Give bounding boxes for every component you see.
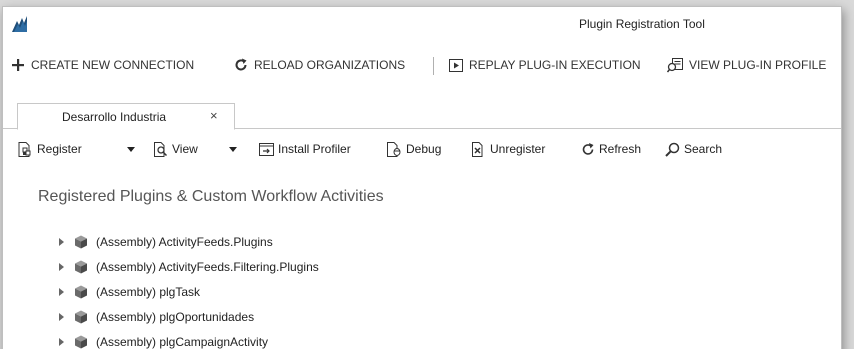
tree-item-label: (Assembly) ActivityFeeds.Filtering.Plugi… xyxy=(96,260,319,274)
reload-organizations-button[interactable]: RELOAD ORGANIZATIONS xyxy=(234,53,405,77)
assembly-icon xyxy=(75,235,87,249)
page-title: Registered Plugins & Custom Workflow Act… xyxy=(38,188,384,205)
create-connection-button[interactable]: CREATE NEW CONNECTION xyxy=(11,53,194,77)
register-label: Register xyxy=(37,142,82,156)
reload-organizations-label: RELOAD ORGANIZATIONS xyxy=(254,58,406,72)
install-profiler-button[interactable]: Install Profiler xyxy=(259,137,351,161)
refresh-button[interactable]: Refresh xyxy=(581,137,641,161)
view-label: View xyxy=(172,142,198,156)
replay-execution-label: REPLAY PLUG-IN EXECUTION xyxy=(469,58,641,72)
plugin-toolbar: Register View Install Profiler Debug Unr… xyxy=(3,137,841,161)
debug-button[interactable]: Debug xyxy=(386,137,441,161)
debug-icon xyxy=(387,141,401,157)
window-title: Plugin Registration Tool xyxy=(579,17,705,31)
view-icon xyxy=(154,141,168,157)
search-label: Search xyxy=(684,142,723,156)
view-profile-label: VIEW PLUG-IN PROFILE xyxy=(689,58,827,72)
unregister-icon xyxy=(472,141,483,157)
reload-icon xyxy=(235,58,247,71)
app-window: Plugin Registration Tool CREATE NEW CONN… xyxy=(2,6,842,349)
main-toolbar: CREATE NEW CONNECTION RELOAD ORGANIZATIO… xyxy=(3,53,841,77)
view-profile-button[interactable]: VIEW PLUG-IN PROFILE xyxy=(667,53,826,77)
view-button[interactable]: View xyxy=(153,137,198,161)
unregister-label: Unregister xyxy=(490,142,546,156)
unregister-button[interactable]: Unregister xyxy=(471,137,545,161)
assembly-icon xyxy=(75,285,87,299)
register-icon xyxy=(18,141,31,157)
create-connection-label: CREATE NEW CONNECTION xyxy=(31,58,195,72)
debug-label: Debug xyxy=(406,142,442,156)
expand-arrow-icon[interactable] xyxy=(59,338,64,346)
assembly-icon xyxy=(75,310,87,324)
replay-execution-button[interactable]: REPLAY PLUG-IN EXECUTION xyxy=(449,53,641,77)
expand-arrow-icon[interactable] xyxy=(59,313,64,321)
tree-item-label: (Assembly) plgCampaignActivity xyxy=(96,335,269,349)
replay-icon xyxy=(449,58,463,72)
assembly-icon xyxy=(75,260,87,274)
register-dropdown-chevron-down-icon[interactable] xyxy=(127,147,135,152)
refresh-icon xyxy=(582,142,594,155)
install-profiler-label: Install Profiler xyxy=(278,142,351,156)
register-button[interactable]: Register xyxy=(17,137,82,161)
tab-label: Desarrollo Industria xyxy=(62,109,167,124)
refresh-label: Refresh xyxy=(599,142,642,156)
search-button[interactable]: Search xyxy=(665,137,722,161)
plus-icon xyxy=(12,59,24,71)
expand-arrow-icon[interactable] xyxy=(59,263,64,271)
tree-item-label: (Assembly) plgOportunidades xyxy=(96,310,255,324)
assembly-icon xyxy=(75,335,87,349)
tab-close-icon[interactable]: × xyxy=(210,109,218,123)
search-icon xyxy=(665,142,680,157)
connection-tabstrip: Desarrollo Industria × xyxy=(3,103,841,130)
dynamics-logo-icon xyxy=(12,16,27,32)
expand-arrow-icon[interactable] xyxy=(59,288,64,296)
title-bar: Plugin Registration Tool xyxy=(3,7,841,41)
tree-item-label: (Assembly) plgTask xyxy=(96,285,201,299)
tree-item-label: (Assembly) ActivityFeeds.Plugins xyxy=(96,235,273,249)
tab-desarrollo-industria[interactable]: Desarrollo Industria × xyxy=(17,103,235,130)
toolbar-divider xyxy=(433,57,434,75)
install-profiler-icon xyxy=(259,142,274,156)
expand-arrow-icon[interactable] xyxy=(59,238,64,246)
profile-icon xyxy=(667,57,683,72)
view-dropdown-chevron-down-icon[interactable] xyxy=(229,147,237,152)
